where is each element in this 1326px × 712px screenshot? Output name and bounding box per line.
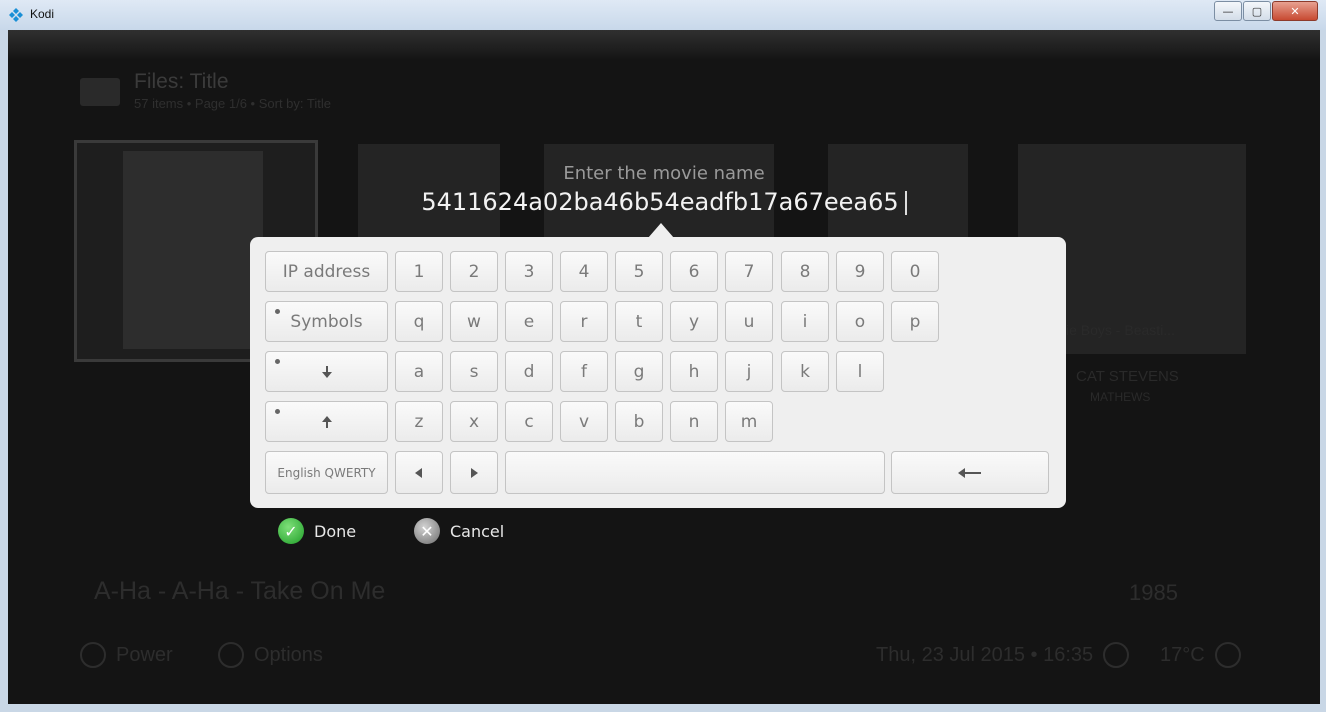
key-o[interactable]: o: [836, 301, 884, 342]
key-a[interactable]: a: [395, 351, 443, 392]
key-t[interactable]: t: [615, 301, 663, 342]
cursor-right-key[interactable]: [450, 451, 498, 494]
key-5[interactable]: 5: [615, 251, 663, 292]
footer-clock: Thu, 23 Jul 2015 • 16:35: [876, 642, 1130, 668]
window-title: Kodi: [30, 7, 55, 21]
checkmark-icon: ✓: [278, 518, 304, 544]
key-m[interactable]: m: [725, 401, 773, 442]
cursor-left-key[interactable]: [395, 451, 443, 494]
weather-icon: [1214, 642, 1241, 668]
text-cursor: [904, 191, 907, 215]
now-playing-year: 1985: [1129, 580, 1178, 605]
key-x[interactable]: x: [450, 401, 498, 442]
keyboard-pointer: [648, 223, 674, 238]
power-icon: [80, 642, 106, 668]
window-controls: — ▢ ✕: [1213, 1, 1318, 21]
key-u[interactable]: u: [725, 301, 773, 342]
shift-up-key[interactable]: [265, 401, 388, 442]
text-input-value: 5411624a02ba46b54eadfb17a67eea65: [421, 188, 899, 216]
cancel-button[interactable]: ✕ Cancel: [414, 518, 504, 544]
window-titlebar: Kodi — ▢ ✕: [0, 0, 1326, 30]
key-g[interactable]: g: [615, 351, 663, 392]
kodi-app-frame: Files: Title 57 items • Page 1/6 • Sort …: [8, 30, 1320, 704]
key-k[interactable]: k: [781, 351, 829, 392]
key-9[interactable]: 9: [836, 251, 884, 292]
key-p[interactable]: p: [891, 301, 939, 342]
key-2[interactable]: 2: [450, 251, 498, 292]
folder-icon: [80, 78, 120, 106]
backspace-key[interactable]: [891, 451, 1049, 494]
cross-icon: ✕: [414, 518, 440, 544]
left-triangle-icon: [415, 467, 422, 478]
footer-weather: 17°C: [1160, 642, 1241, 668]
clock-icon: [1103, 642, 1130, 668]
footer-options[interactable]: Options: [218, 642, 323, 668]
done-button[interactable]: ✓ Done: [278, 518, 356, 544]
key-q[interactable]: q: [395, 301, 443, 342]
right-triangle-icon: [471, 467, 478, 478]
key-3[interactable]: 3: [505, 251, 553, 292]
key-4[interactable]: 4: [560, 251, 608, 292]
key-d[interactable]: d: [505, 351, 553, 392]
key-0[interactable]: 0: [891, 251, 939, 292]
key-i[interactable]: i: [781, 301, 829, 342]
library-subtitle: 57 items • Page 1/6 • Sort by: Title: [134, 96, 331, 111]
key-j[interactable]: j: [725, 351, 773, 392]
poster-caption: ie Boys - Beasti...: [1066, 322, 1175, 338]
text-input-display[interactable]: 5411624a02ba46b54eadfb17a67eea65: [8, 188, 1320, 216]
key-8[interactable]: 8: [781, 251, 829, 292]
toggle-indicator: [275, 309, 280, 314]
key-s[interactable]: s: [450, 351, 498, 392]
key-n[interactable]: n: [670, 401, 718, 442]
key-e[interactable]: e: [505, 301, 553, 342]
maximize-button[interactable]: ▢: [1243, 1, 1271, 21]
album-text: CAT STEVENS: [1076, 368, 1179, 385]
key-b[interactable]: b: [615, 401, 663, 442]
key-7[interactable]: 7: [725, 251, 773, 292]
toggle-indicator: [275, 409, 280, 414]
options-icon: [218, 642, 244, 668]
shift-down-key[interactable]: [265, 351, 388, 392]
key-1[interactable]: 1: [395, 251, 443, 292]
virtual-keyboard: IP address 1 2 3 4 5 6 7 8 9 0 Symbols q…: [250, 237, 1066, 508]
down-arrow-icon: [321, 365, 332, 378]
layout-key[interactable]: English QWERTY: [265, 451, 388, 494]
key-c[interactable]: c: [505, 401, 553, 442]
minimize-button[interactable]: —: [1214, 1, 1242, 21]
kodi-logo-icon: [9, 8, 23, 22]
prompt-heading: Enter the movie name: [563, 163, 765, 184]
key-6[interactable]: 6: [670, 251, 718, 292]
up-arrow-icon: [321, 415, 332, 428]
key-l[interactable]: l: [836, 351, 884, 392]
album-subtext: MATHEWS: [1090, 390, 1151, 404]
symbols-key[interactable]: Symbols: [265, 301, 388, 342]
ip-address-key[interactable]: IP address: [265, 251, 388, 292]
toggle-indicator: [275, 359, 280, 364]
key-z[interactable]: z: [395, 401, 443, 442]
now-playing-title: A-Ha - A-Ha - Take On Me: [94, 577, 386, 605]
key-w[interactable]: w: [450, 301, 498, 342]
key-r[interactable]: r: [560, 301, 608, 342]
key-v[interactable]: v: [560, 401, 608, 442]
key-h[interactable]: h: [670, 351, 718, 392]
close-button[interactable]: ✕: [1272, 1, 1318, 21]
library-title: Files: Title: [134, 70, 229, 93]
space-key[interactable]: [505, 451, 885, 494]
footer-power[interactable]: Power: [80, 642, 173, 668]
key-f[interactable]: f: [560, 351, 608, 392]
key-y[interactable]: y: [670, 301, 718, 342]
backspace-arrow-icon: [958, 467, 981, 478]
